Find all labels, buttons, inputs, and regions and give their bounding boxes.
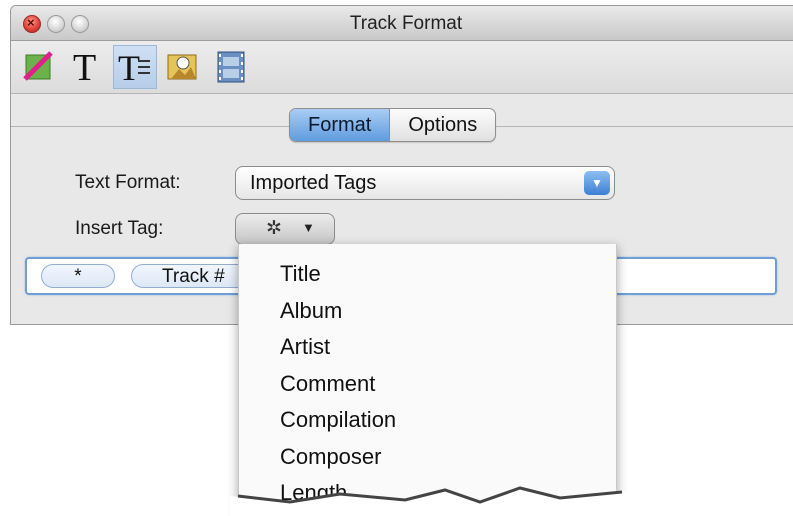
image-icon [167,54,197,80]
tab-segmented-control: Format Options [289,108,497,142]
menu-item-title[interactable]: Title [239,256,616,293]
title-bar: × Track Format [11,6,793,41]
image-tool[interactable] [161,45,205,89]
menu-item-comment[interactable]: Comment [239,366,616,403]
filmstrip-tool[interactable] [209,45,253,89]
chevron-down-icon: ▼ [302,220,315,235]
text-format-value: Imported Tags [250,172,377,194]
clear-format-tool[interactable] [17,45,61,89]
menu-item-composer[interactable]: Composer [239,439,616,476]
insert-tag-button[interactable]: ✲ ▼ [235,213,335,245]
torn-edge [230,486,630,516]
svg-text:T: T [73,47,96,87]
tab-options[interactable]: Options [390,109,495,141]
tab-format[interactable]: Format [290,109,391,141]
toolbar: T T [11,41,793,94]
text-format-icon: T [118,48,150,87]
window-title: Track Format [349,13,463,34]
gear-icon: ✲ [266,218,282,239]
text-format-label: Text Format: [75,172,181,193]
menu-item-compilation[interactable]: Compilation [239,402,616,439]
menu-item-artist[interactable]: Artist [239,329,616,366]
text-format-popup[interactable]: Imported Tags ▼ [235,166,615,200]
popup-arrows-icon: ▼ [584,171,610,195]
menu-item-album[interactable]: Album [239,293,616,330]
text-format-tool[interactable]: T [113,45,157,89]
token-asterisk[interactable]: * [41,264,115,288]
svg-text:T: T [118,48,140,87]
clear-format-icon [23,51,53,81]
insert-tag-label: Insert Tag: [75,218,164,239]
text-tool[interactable]: T [65,45,109,89]
text-icon: T [73,47,96,87]
insert-tag-menu: Title Album Artist Comment Compilation C… [238,244,617,516]
filmstrip-icon [217,51,245,83]
